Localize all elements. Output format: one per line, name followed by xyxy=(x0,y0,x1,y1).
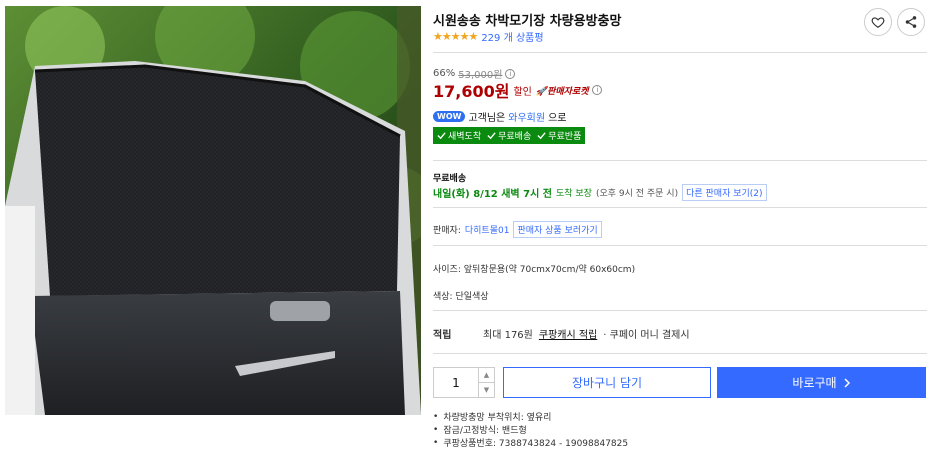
seller-rocket-badge: 🚀판매자로켓 xyxy=(535,86,589,97)
product-image[interactable] xyxy=(5,6,421,415)
info-icon[interactable]: i xyxy=(592,85,603,95)
star-rating: ★★★★★ xyxy=(433,30,478,43)
color-option: 색상: 단일색상 xyxy=(433,292,489,302)
seller-name-link[interactable]: 다히트몰01 xyxy=(465,223,510,236)
benefit-free-return: 무료반품 xyxy=(537,129,581,142)
add-to-cart-button[interactable]: 장바구니 담기 xyxy=(503,367,711,398)
order-cutoff-note: (오후 9시 전 주문 시) xyxy=(595,189,679,199)
quantity-input[interactable]: 1 xyxy=(434,368,478,397)
cash-max: 최대 176원 xyxy=(483,330,533,341)
sale-price: 17,600원 xyxy=(433,82,510,101)
seller-products-button[interactable]: 판매자 상품 보러가기 xyxy=(513,221,602,238)
wow-member-text: 와우회원 xyxy=(508,113,546,124)
rating-row[interactable]: ★★★★★ 229 개 상품평 xyxy=(433,29,544,44)
shipping-label: 무료배송 xyxy=(433,174,467,184)
product-specs-list: 차량방충망 부착위치: 옆유리 잠금/고정방식: 밴드형 쿠팡상품번호: 738… xyxy=(433,410,628,449)
review-count-link[interactable]: 229 개 상품평 xyxy=(481,29,543,44)
cash-reward-row: 적립 최대 176원 쿠팡캐시 적립 · 쿠페이 머니 결제시 xyxy=(433,326,690,341)
divider xyxy=(433,310,927,311)
spec-item: 차량방충망 부착위치: 옆유리 xyxy=(433,410,628,423)
benefit-label: 무료배송 xyxy=(498,132,532,142)
delivery-date: 내일(화) 8/12 새벽 7시 전 xyxy=(433,189,552,200)
benefit-badges: 새벽도착 무료배송 무료반품 xyxy=(433,127,586,144)
share-icon xyxy=(905,16,917,28)
divider xyxy=(433,207,927,208)
sale-price-row: 17,600원 할인 🚀판매자로켓 i xyxy=(433,78,603,102)
other-sellers-button[interactable]: 다른 판매자 보기(2) xyxy=(682,184,767,201)
divider xyxy=(433,353,927,354)
spec-item: 쿠팡상품번호: 7388743824 - 19098847825 xyxy=(433,436,628,449)
product-title: 시원송송 차박모기장 차량용방충망 xyxy=(433,14,622,29)
coupang-cash-link[interactable]: 쿠팡캐시 적립 xyxy=(539,326,597,341)
heart-icon xyxy=(871,17,885,28)
cash-label: 적립 xyxy=(433,330,452,341)
quantity-step-buttons: ▲ ▼ xyxy=(478,368,494,397)
spec-item: 잠금/고정방식: 밴드형 xyxy=(433,423,628,436)
seller-row: 판매자: 다히트몰01 판매자 상품 보러가기 xyxy=(433,221,602,238)
chevron-right-icon xyxy=(844,377,850,388)
product-info-panel: 시원송송 차박모기장 차량용방충망 ★★★★★ 229 개 상품평 66% 53… xyxy=(433,0,927,451)
check-icon xyxy=(537,132,546,140)
size-option: 사이즈: 앞뒤창문용(약 70cmx70cm/약 60x60cm) xyxy=(433,265,636,275)
benefit-label: 새벽도착 xyxy=(448,132,482,142)
divider xyxy=(433,245,927,246)
wishlist-button[interactable] xyxy=(864,8,892,36)
seller-label: 판매자: xyxy=(433,226,461,236)
quantity-decrease-button[interactable]: ▼ xyxy=(479,382,494,397)
cash-condition: · 쿠페이 머니 결제시 xyxy=(603,330,690,341)
delivery-guarantee: 도착 보장 xyxy=(555,189,592,199)
divider xyxy=(433,52,927,53)
quantity-increase-button[interactable]: ▲ xyxy=(479,368,494,382)
check-icon xyxy=(437,132,446,140)
wow-text-before: 고객님은 xyxy=(468,113,506,124)
benefit-label: 무료반품 xyxy=(548,132,582,142)
benefit-dawn-delivery: 새벽도착 xyxy=(437,129,481,142)
wow-text-after: 으로 xyxy=(548,113,567,124)
divider xyxy=(433,160,927,161)
quantity-stepper[interactable]: 1 ▲ ▼ xyxy=(433,367,495,398)
buy-now-button[interactable]: 바로구매 xyxy=(717,367,926,398)
product-photo-illustration xyxy=(5,6,421,415)
share-button[interactable] xyxy=(897,8,925,36)
add-to-cart-label: 장바구니 담기 xyxy=(571,376,643,390)
benefit-free-shipping: 무료배송 xyxy=(487,129,531,142)
wow-member-row: WOW 고객님은 와우회원 으로 xyxy=(433,109,566,124)
sale-label: 할인 xyxy=(513,86,532,98)
info-icon[interactable]: i xyxy=(505,68,516,79)
wow-badge: WOW xyxy=(433,111,466,122)
shipping-row: 내일(화) 8/12 새벽 7시 전 도착 보장 (오후 9시 전 주문 시) … xyxy=(433,184,767,201)
buy-now-label: 바로구매 xyxy=(792,376,837,390)
check-icon xyxy=(487,132,496,140)
